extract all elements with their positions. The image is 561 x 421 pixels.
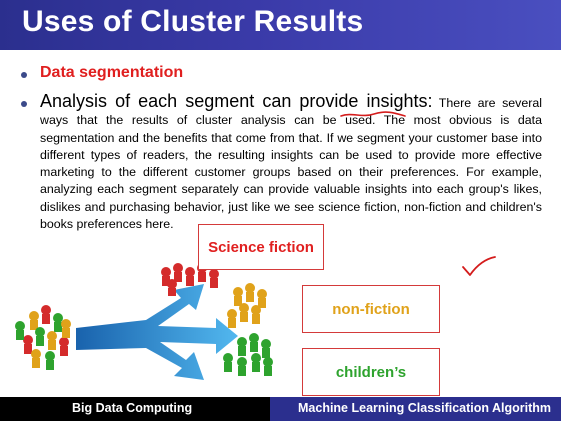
segmentation-illustration bbox=[15, 263, 273, 380]
bullet-analysis-body: There are several ways that the results … bbox=[40, 96, 543, 232]
slide-title: Uses of Cluster Results bbox=[22, 5, 364, 38]
bullet-analysis-paragraph: Analysis of each segment can provide ins… bbox=[40, 91, 543, 233]
customer-crowd-left bbox=[15, 305, 71, 370]
customer-crowd-orange bbox=[227, 283, 267, 328]
handwritten-underline-icon bbox=[340, 111, 406, 117]
footer-course-name: Big Data Computing bbox=[72, 401, 193, 415]
bullet-dot bbox=[21, 101, 27, 107]
bullet-analysis-lead: Analysis of each segment can provide ins… bbox=[40, 91, 433, 111]
red-checkmark-icon bbox=[462, 256, 496, 276]
non-fiction-box: non-fiction bbox=[302, 285, 440, 333]
bullet-dot bbox=[21, 72, 27, 78]
bullet-data-segmentation: Data segmentation bbox=[40, 64, 184, 81]
footer-topic-name: Machine Learning Classification Algorith… bbox=[298, 401, 552, 415]
childrens-box: children’s bbox=[302, 348, 440, 396]
science-fiction-box: Science fiction bbox=[198, 224, 324, 270]
